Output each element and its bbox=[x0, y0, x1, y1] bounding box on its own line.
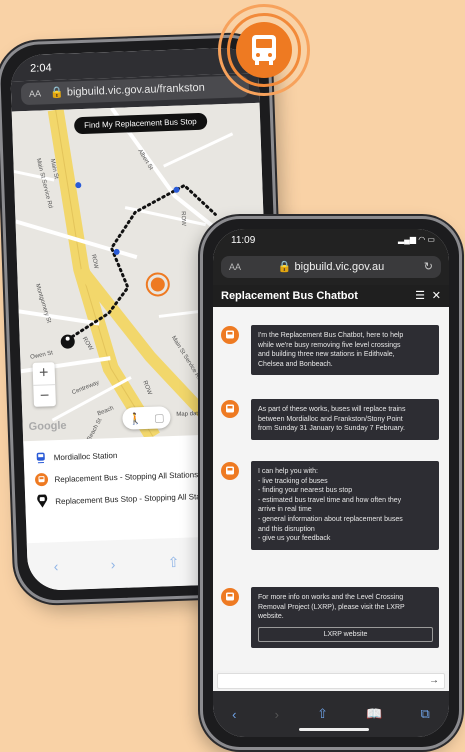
message-line: website. bbox=[258, 613, 284, 621]
back-icon[interactable]: ‹ bbox=[53, 558, 58, 574]
close-icon[interactable]: ✕ bbox=[432, 289, 441, 302]
message-line: As part of these works, buses will repla… bbox=[258, 406, 406, 413]
chat-messages[interactable]: I'm the Replacement Bus Chatbot, here to… bbox=[213, 307, 449, 671]
message-line: I'm the Replacement Bus Chatbot, here to… bbox=[258, 332, 404, 339]
bus-icon bbox=[34, 472, 49, 487]
message-line: - give us your feedback bbox=[258, 535, 331, 543]
message-line: - general information about replacement … bbox=[258, 515, 403, 523]
map-data-link[interactable]: Map data bbox=[176, 411, 201, 418]
chat-header: Replacement Bus Chatbot ☰ ✕ bbox=[213, 285, 449, 307]
message-line: while we're busy removing five level cro… bbox=[258, 341, 401, 349]
message-line: and this disruption bbox=[258, 525, 315, 533]
message-bubble: For more info on works and the Level Cro… bbox=[251, 587, 439, 648]
message-line: - live tracking of buses bbox=[258, 477, 328, 485]
message-line: - estimated bus travel time and how ofte… bbox=[258, 496, 402, 504]
bot-avatar-icon bbox=[221, 462, 239, 480]
message-line: Chelsea and Bonbeach. bbox=[258, 360, 333, 368]
forward-icon[interactable]: › bbox=[110, 556, 115, 572]
bot-avatar-icon bbox=[221, 400, 239, 418]
forward-icon[interactable]: › bbox=[275, 707, 279, 722]
message-bubble: I'm the Replacement Bus Chatbot, here to… bbox=[251, 325, 439, 376]
text-size-button[interactable]: AA bbox=[229, 256, 241, 278]
message-line: - finding your nearest bus stop bbox=[258, 487, 353, 495]
bookmarks-icon[interactable]: 📖 bbox=[366, 706, 382, 722]
signal-wifi-battery-icon: ▂▄▆ ◠ ▭ bbox=[398, 235, 435, 244]
zoom-control: + − bbox=[32, 362, 56, 407]
lock-icon: 🔒 bbox=[277, 261, 292, 273]
chat-message: I'm the Replacement Bus Chatbot, here to… bbox=[221, 325, 439, 376]
bot-avatar-icon bbox=[221, 326, 239, 344]
bus-stop-pin-icon bbox=[35, 494, 49, 508]
address-url: bigbuild.vic.gov.au bbox=[294, 261, 385, 273]
tabs-icon[interactable]: ⧉ bbox=[421, 706, 430, 722]
chatbot-screen: 11:09 ▂▄▆ ◠ ▭ AA 🔒 bigbuild.vic.gov.au ↻… bbox=[213, 229, 449, 737]
chat-title: Replacement Bus Chatbot bbox=[221, 290, 358, 302]
message-line: Removal Project (LXRP), please visit the… bbox=[258, 603, 405, 611]
bus-icon[interactable]: ▢ bbox=[154, 411, 165, 424]
legend-label: Replacement Bus Stop - Stopping All Stat… bbox=[55, 491, 205, 506]
browser-toolbar: ‹ › ⇧ 📖 ⧉ bbox=[213, 691, 449, 737]
chat-message: For more info on works and the Level Cro… bbox=[221, 587, 439, 648]
chat-message: As part of these works, buses will repla… bbox=[221, 399, 439, 440]
bus-badge-icon bbox=[236, 22, 292, 78]
text-size-button[interactable]: AA bbox=[29, 88, 41, 98]
message-line: arrive in real time bbox=[258, 506, 312, 514]
reload-icon[interactable]: ↻ bbox=[424, 256, 433, 278]
status-bar: 11:09 ▂▄▆ ◠ ▭ bbox=[213, 229, 449, 251]
message-bubble: As part of these works, buses will repla… bbox=[251, 399, 439, 440]
share-icon[interactable]: ⇧ bbox=[167, 553, 179, 570]
back-icon[interactable]: ‹ bbox=[232, 707, 236, 722]
menu-icon[interactable]: ☰ bbox=[415, 289, 425, 302]
zoom-in-button[interactable]: + bbox=[32, 362, 55, 385]
legend-label: Mordialloc Station bbox=[53, 450, 118, 462]
status-time: 11:09 bbox=[231, 235, 256, 246]
message-bubble: I can help you with: - live tracking of … bbox=[251, 461, 439, 550]
chat-input[interactable]: → bbox=[217, 673, 445, 689]
zoom-out-button[interactable]: − bbox=[33, 384, 56, 407]
share-icon[interactable]: ⇧ bbox=[317, 706, 328, 722]
message-line: For more info on works and the Level Cro… bbox=[258, 594, 404, 601]
home-indicator bbox=[299, 728, 369, 731]
chat-message: I can help you with: - live tracking of … bbox=[221, 461, 439, 550]
google-logo: Google bbox=[28, 419, 67, 434]
lock-icon: 🔒 bbox=[49, 86, 65, 100]
send-arrow-icon[interactable]: → bbox=[429, 675, 439, 686]
browser-address-area: AA 🔒 bigbuild.vic.gov.au ↻ bbox=[213, 251, 449, 285]
status-time: 2:04 bbox=[29, 62, 52, 75]
travel-mode-toggle[interactable]: 🚶 ▢ bbox=[122, 406, 171, 430]
message-line: and building three new stations in Edith… bbox=[258, 351, 395, 359]
message-line: between Mordialloc and Frankston/Stony P… bbox=[258, 415, 403, 423]
address-bar[interactable]: AA 🔒 bigbuild.vic.gov.au ↻ bbox=[221, 256, 441, 278]
message-line: from Sunday 31 January to Sunday 7 Febru… bbox=[258, 425, 405, 433]
train-icon bbox=[34, 450, 48, 464]
walking-icon[interactable]: 🚶 bbox=[128, 412, 142, 425]
legend-label: Replacement Bus - Stopping All Stations … bbox=[54, 469, 209, 484]
street-label: ROW bbox=[179, 211, 187, 226]
phone-chatbot: 11:09 ▂▄▆ ◠ ▭ AA 🔒 bigbuild.vic.gov.au ↻… bbox=[200, 216, 462, 750]
bot-avatar-icon bbox=[221, 588, 239, 606]
address-url: bigbuild.vic.gov.au/frankston bbox=[66, 81, 206, 99]
lxrp-website-button[interactable]: LXRP website bbox=[258, 626, 433, 642]
address-bar[interactable]: AA 🔒 bigbuild.vic.gov.au/frankston bbox=[20, 75, 250, 106]
message-line: I can help you with: bbox=[258, 468, 318, 475]
